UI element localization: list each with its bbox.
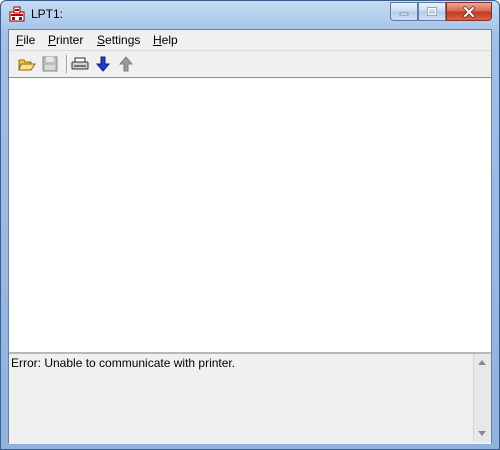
output-area[interactable] <box>9 77 491 353</box>
receive-button[interactable] <box>94 55 112 73</box>
menu-help-label: elp <box>161 33 178 47</box>
printer-icon <box>71 57 89 70</box>
print-button[interactable] <box>71 55 89 73</box>
status-message: Error: Unable to communicate with printe… <box>11 356 236 370</box>
menu-settings[interactable]: Settings <box>97 33 140 47</box>
menu-settings-label: ettings <box>105 33 141 47</box>
open-folder-icon <box>18 59 36 71</box>
save-icon <box>42 56 58 72</box>
minimize-button[interactable] <box>390 2 418 21</box>
maximize-button[interactable] <box>418 2 446 21</box>
save-button[interactable] <box>41 55 59 73</box>
menu-help[interactable]: Help <box>153 33 178 47</box>
status-scrollbar[interactable] <box>473 354 491 442</box>
menu-printer[interactable]: Printer <box>48 33 83 47</box>
toolbar-separator <box>66 55 68 73</box>
download-arrow-icon <box>96 56 110 72</box>
upload-arrow-icon <box>119 56 133 72</box>
status-panel: Error: Unable to communicate with printe… <box>9 352 491 444</box>
menu-printer-label: rinter <box>56 33 84 47</box>
menu-file[interactable]: File <box>16 33 35 47</box>
scroll-down-icon[interactable] <box>478 431 486 436</box>
close-icon <box>462 5 476 18</box>
window-title: LPT1: <box>31 7 64 21</box>
menu-file-label: ile <box>23 33 36 47</box>
minimize-icon <box>399 12 409 15</box>
maximize-icon <box>427 6 437 16</box>
client-area: File Printer Settings Help Error: Unable… <box>8 29 492 444</box>
title-bar[interactable]: LPT1: <box>1 1 499 27</box>
menu-bar: File Printer Settings Help <box>9 30 491 50</box>
open-button[interactable] <box>18 55 36 73</box>
app-window: LPT1: File Printer Settings Help Error: … <box>0 0 500 450</box>
close-button[interactable] <box>446 2 492 21</box>
scroll-up-icon[interactable] <box>478 360 486 365</box>
send-button[interactable] <box>117 55 135 73</box>
toolbar <box>9 50 491 78</box>
printer-app-icon[interactable] <box>9 6 25 22</box>
